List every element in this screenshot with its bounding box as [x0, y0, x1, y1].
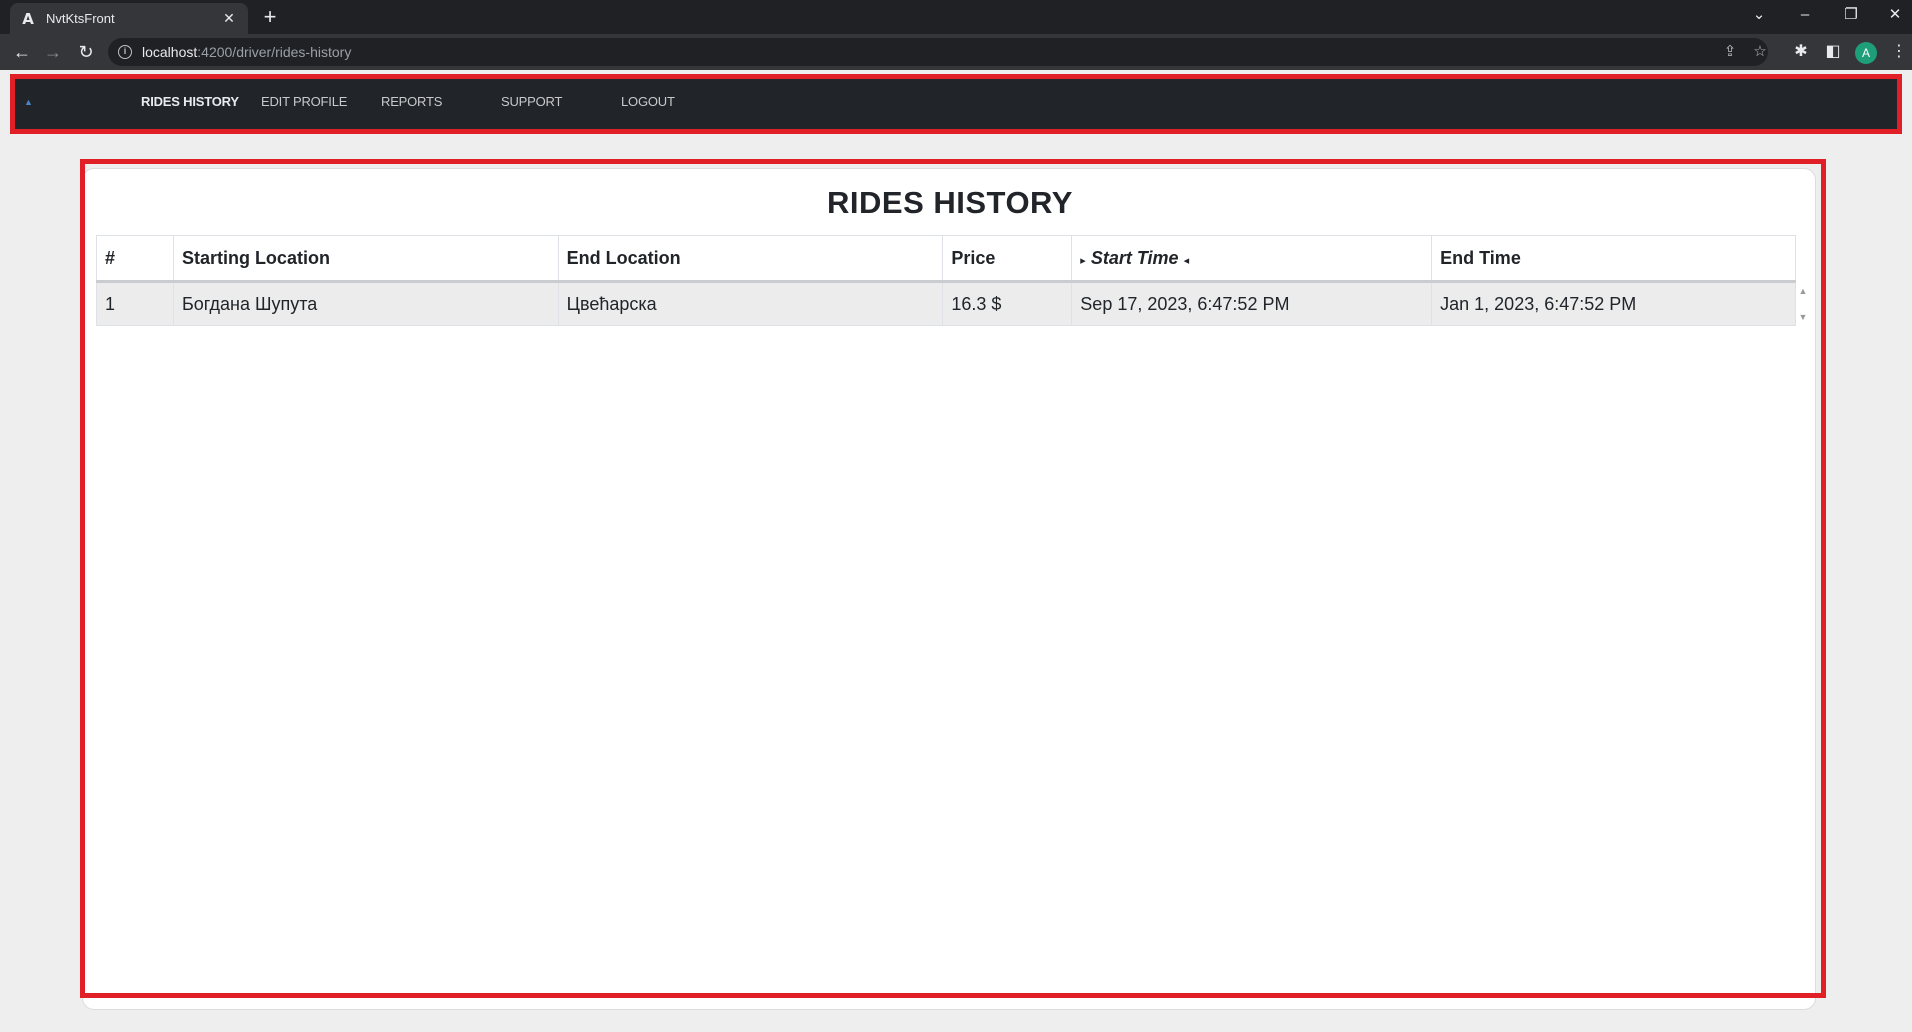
column-header-number[interactable]: #: [96, 235, 174, 283]
scroll-up-arrow-icon[interactable]: ▲: [1798, 286, 1808, 296]
url-host: localhost: [142, 44, 198, 60]
column-header-start-time[interactable]: ▸ Start Time ◂: [1071, 235, 1433, 283]
angular-favicon-icon: A: [22, 9, 34, 28]
forward-icon[interactable]: →: [41, 40, 65, 64]
browser-toolbar: ← → ↻ i localhost:4200/driver/rides-hist…: [0, 34, 1912, 70]
nav-support[interactable]: SUPPORT: [501, 93, 562, 111]
cell-price: 16.3 $: [942, 281, 1073, 326]
side-panel-icon[interactable]: ◧: [1822, 42, 1844, 62]
tab-title: NvtKtsFront: [46, 11, 115, 26]
browser-tab[interactable]: A NvtKtsFront ✕: [10, 3, 248, 34]
cell-end-time: Jan 1, 2023, 6:47:52 PM: [1431, 281, 1796, 326]
sort-indicator-right-icon: ▸: [1080, 254, 1086, 267]
car-icon[interactable]: ▲: [24, 98, 34, 107]
minimize-window-icon[interactable]: –: [1790, 4, 1820, 26]
sort-indicator-left-icon: ◂: [1183, 254, 1190, 267]
column-header-end-time[interactable]: End Time: [1431, 235, 1796, 283]
close-tab-icon[interactable]: ✕: [220, 10, 238, 27]
back-icon[interactable]: ←: [10, 40, 34, 64]
share-icon[interactable]: ⇪: [1720, 44, 1740, 60]
address-bar[interactable]: i localhost:4200/driver/rides-history ⇪ …: [108, 38, 1768, 66]
column-header-end-location[interactable]: End Location: [557, 235, 944, 283]
new-tab-button[interactable]: +: [258, 5, 282, 29]
restore-window-icon[interactable]: ❐: [1836, 4, 1866, 26]
bookmark-star-icon[interactable]: ☆: [1750, 44, 1770, 60]
cell-end-location: Цвећарска: [557, 281, 944, 326]
page-title: RIDES HISTORY: [827, 185, 1073, 220]
reload-icon[interactable]: ↻: [74, 40, 98, 64]
extensions-icon[interactable]: ✱: [1790, 42, 1812, 62]
nav-rides-history[interactable]: RIDES HISTORY: [141, 93, 239, 111]
close-window-icon[interactable]: ✕: [1880, 4, 1910, 26]
table-header-row: # Starting Location End Location Price ▸…: [96, 235, 1796, 283]
profile-avatar[interactable]: A: [1855, 42, 1877, 64]
start-time-header-label: Start Time: [1090, 247, 1179, 268]
scroll-down-arrow-icon[interactable]: ▼: [1798, 312, 1808, 322]
cell-number: 1: [96, 281, 174, 326]
cell-starting-location: Богдана Шупута: [172, 281, 559, 326]
column-header-price[interactable]: Price: [942, 235, 1073, 283]
table-row[interactable]: 1 Богдана Шупута Цвећарска 16.3 $ Sep 17…: [96, 281, 1796, 326]
tab-search-chevron-icon[interactable]: ⌄: [1744, 4, 1774, 26]
column-header-starting-location[interactable]: Starting Location: [172, 235, 559, 283]
rides-table: # Starting Location End Location Price ▸…: [96, 235, 1796, 326]
site-info-icon[interactable]: i: [118, 45, 132, 59]
rides-history-card: RIDES HISTORY # Starting Location End Lo…: [82, 168, 1816, 1010]
nav-logout[interactable]: LOGOUT: [621, 93, 675, 111]
nav-reports[interactable]: REPORTS: [381, 93, 442, 111]
browser-tab-strip: A NvtKtsFront ✕ + ⌄ – ❐ ✕: [0, 0, 1912, 34]
cell-start-time: Sep 17, 2023, 6:47:52 PM: [1071, 281, 1433, 326]
url-path: :4200/driver/rides-history: [197, 44, 352, 60]
app-navbar: ▲ RIDES HISTORY EDIT PROFILE REPORTS SUP…: [12, 76, 1900, 130]
nav-edit-profile[interactable]: EDIT PROFILE: [261, 93, 347, 111]
browser-menu-icon[interactable]: ⋮: [1888, 42, 1910, 62]
